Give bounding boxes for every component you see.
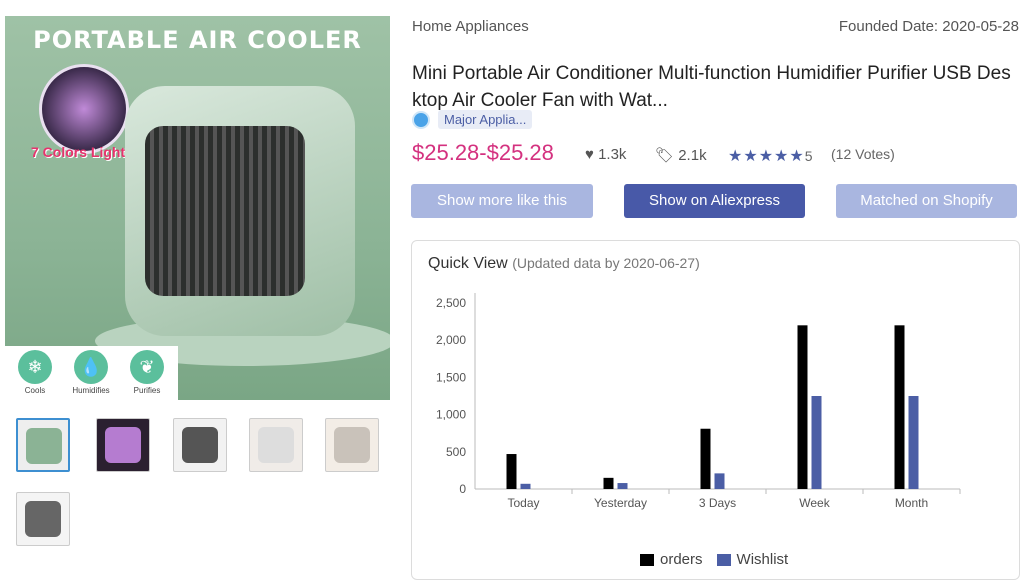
bar-wishlist-3-days	[714, 473, 725, 489]
orders-count: 🏷 2.1k	[655, 147, 707, 164]
bar-wishlist-today	[520, 483, 531, 489]
legend-wishlist[interactable]: Wishlist	[716, 551, 788, 568]
tag-icon: 🏷	[655, 147, 675, 164]
category-tag-label: Major Applia...	[438, 110, 533, 129]
thumbnail-6[interactable]	[16, 492, 70, 546]
legend-swatch-orders	[640, 553, 654, 566]
show-more-like-this-button[interactable]: Show more like this	[411, 184, 593, 218]
star-icon: ★★★★★	[728, 148, 805, 165]
thumbnail-2[interactable]	[96, 418, 150, 472]
y-tick-label: 500	[446, 445, 466, 459]
x-tick-label: Month	[895, 496, 928, 510]
thumbnail-4[interactable]	[249, 418, 303, 472]
bar-orders-3-days	[700, 428, 711, 489]
bar-wishlist-week	[811, 396, 822, 489]
category-icon	[412, 110, 430, 129]
image-banner-text: PORTABLE AIR COOLER	[33, 26, 362, 54]
feature-purifies: ❦ Purifies	[127, 350, 167, 395]
x-tick-label: Week	[799, 496, 830, 510]
y-tick-label: 2,000	[436, 333, 466, 347]
thumbnail-1[interactable]	[16, 418, 70, 472]
snowflake-icon: ❄	[18, 350, 52, 384]
droplet-icon: 💧	[74, 350, 108, 384]
feature-humidifies: 💧 Humidifies	[71, 350, 111, 395]
quick-view-card: 0 500 1,000 1,500 2,000 2,500 Today Yesterday 3 …	[411, 240, 1020, 580]
y-tick-label: 2,500	[436, 296, 466, 310]
bar-wishlist-month	[908, 396, 919, 489]
show-on-aliexpress-button[interactable]: Show on Aliexpress	[624, 184, 805, 218]
bar-orders-month	[894, 325, 905, 489]
category-tag[interactable]: Major Applia...	[412, 110, 533, 129]
feature-strip: ❄ Cools 💧 Humidifies ❦ Purifies	[5, 346, 178, 400]
bar-orders-today	[506, 454, 517, 489]
y-tick-label: 1,000	[436, 408, 466, 422]
air-cooler-grill	[145, 126, 305, 296]
quick-view-title: Quick View (Updated data by 2020-06-27)	[428, 255, 700, 272]
y-tick-label: 1,500	[436, 370, 466, 384]
product-title: Mini Portable Air Conditioner Multi-func…	[412, 63, 1011, 111]
legend-swatch-wishlist	[716, 553, 731, 566]
matched-on-shopify-button[interactable]: Matched on Shopify	[836, 184, 1017, 218]
likes-count: ♥ 1.3k	[585, 146, 627, 163]
category-breadcrumb[interactable]: Home Appliances	[412, 18, 529, 35]
y-tick-label: 0	[459, 482, 466, 496]
quick-view-chart: 0 500 1,000 1,500 2,000 2,500 Today Yesterday 3 …	[436, 293, 961, 510]
bar-orders-week	[797, 325, 808, 489]
founded-date: Founded Date: 2020-05-28	[838, 18, 1019, 35]
colors-lights-text: 7 Colors Lights	[31, 144, 133, 160]
chart-legend: orders Wishlist	[640, 551, 802, 568]
bar-orders-yesterday	[603, 477, 614, 489]
product-main-image[interactable]: PORTABLE AIR COOLER 7 Colors Lights	[5, 16, 390, 400]
light-preview-circle	[39, 64, 129, 154]
heart-icon: ♥	[585, 146, 594, 163]
x-tick-label: 3 Days	[699, 496, 736, 510]
leaf-icon: ❦	[130, 350, 164, 384]
thumbnail-3[interactable]	[173, 418, 227, 472]
bar-wishlist-yesterday	[617, 483, 628, 489]
feature-cools: ❄ Cools	[15, 350, 55, 395]
x-tick-label: Today	[507, 496, 539, 510]
quick-view-updated: (Updated data by 2020-06-27)	[512, 255, 700, 271]
rating-stars: ★★★★★5	[728, 146, 814, 166]
price-range: $25.28-$25.28	[412, 140, 554, 165]
votes-count: (12 Votes)	[831, 146, 895, 162]
rating-value: 5	[804, 148, 814, 164]
thumbnail-5[interactable]	[325, 418, 379, 472]
x-tick-label: Yesterday	[594, 496, 647, 510]
legend-orders[interactable]: orders	[640, 551, 703, 568]
